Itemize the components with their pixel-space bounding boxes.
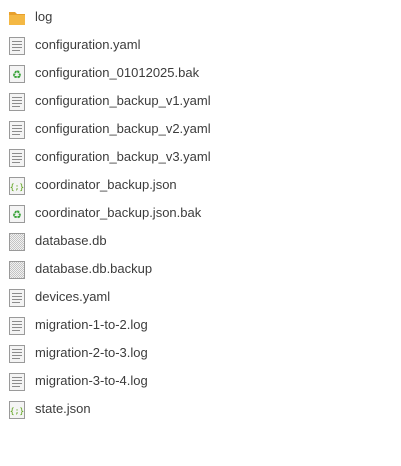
file-name: state.json	[35, 401, 91, 416]
file-row-migration-1-to-2[interactable]: migration-1-to-2.log	[0, 311, 401, 339]
recycle-file-icon: ♻	[8, 204, 26, 224]
file-name: migration-1-to-2.log	[35, 317, 148, 332]
text-file-icon	[8, 36, 26, 56]
file-row-configuration-backup-v3[interactable]: configuration_backup_v3.yaml	[0, 143, 401, 171]
text-file-icon	[8, 148, 26, 168]
file-name: log	[35, 9, 53, 24]
text-file-icon	[8, 316, 26, 336]
binary-file-icon	[8, 232, 26, 252]
text-file-icon	[8, 92, 26, 112]
svg-text:{;}: {;}	[10, 407, 24, 416]
file-name: configuration_01012025.bak	[35, 65, 200, 80]
svg-text:{;}: {;}	[10, 183, 24, 192]
file-row-configuration-yaml[interactable]: configuration.yaml	[0, 31, 401, 59]
file-row-database-db[interactable]: database.db	[0, 227, 401, 255]
json-file-icon: {;}	[8, 176, 26, 196]
file-name: database.db	[35, 233, 107, 248]
folder-icon	[8, 8, 26, 28]
svg-text:♻: ♻	[12, 209, 22, 222]
file-name: devices.yaml	[35, 289, 111, 304]
file-list: log configuration.yaml ♻ configuration_0…	[0, 3, 401, 423]
recycle-file-icon: ♻	[8, 64, 26, 84]
file-row-configuration-bak[interactable]: ♻ configuration_01012025.bak	[0, 59, 401, 87]
file-row-configuration-backup-v1[interactable]: configuration_backup_v1.yaml	[0, 87, 401, 115]
file-row-database-db-backup[interactable]: database.db.backup	[0, 255, 401, 283]
text-file-icon	[8, 288, 26, 308]
svg-text:♻: ♻	[12, 69, 22, 82]
file-name: migration-3-to-4.log	[35, 373, 148, 388]
file-name: coordinator_backup.json	[35, 177, 177, 192]
file-name: database.db.backup	[35, 261, 153, 276]
file-row-migration-2-to-3[interactable]: migration-2-to-3.log	[0, 339, 401, 367]
text-file-icon	[8, 344, 26, 364]
text-file-icon	[8, 372, 26, 392]
text-file-icon	[8, 120, 26, 140]
file-row-log[interactable]: log	[0, 3, 401, 31]
json-file-icon: {;}	[8, 400, 26, 420]
file-name: configuration_backup_v3.yaml	[35, 149, 211, 164]
file-row-coordinator-backup-json[interactable]: {;} coordinator_backup.json	[0, 171, 401, 199]
binary-file-icon	[8, 260, 26, 280]
file-row-devices-yaml[interactable]: devices.yaml	[0, 283, 401, 311]
file-name: coordinator_backup.json.bak	[35, 205, 202, 220]
file-row-configuration-backup-v2[interactable]: configuration_backup_v2.yaml	[0, 115, 401, 143]
file-name: configuration_backup_v1.yaml	[35, 93, 211, 108]
file-name: configuration.yaml	[35, 37, 141, 52]
file-row-coordinator-backup-json-bak[interactable]: ♻ coordinator_backup.json.bak	[0, 199, 401, 227]
file-row-state-json[interactable]: {;} state.json	[0, 395, 401, 423]
file-name: configuration_backup_v2.yaml	[35, 121, 211, 136]
file-row-migration-3-to-4[interactable]: migration-3-to-4.log	[0, 367, 401, 395]
file-name: migration-2-to-3.log	[35, 345, 148, 360]
